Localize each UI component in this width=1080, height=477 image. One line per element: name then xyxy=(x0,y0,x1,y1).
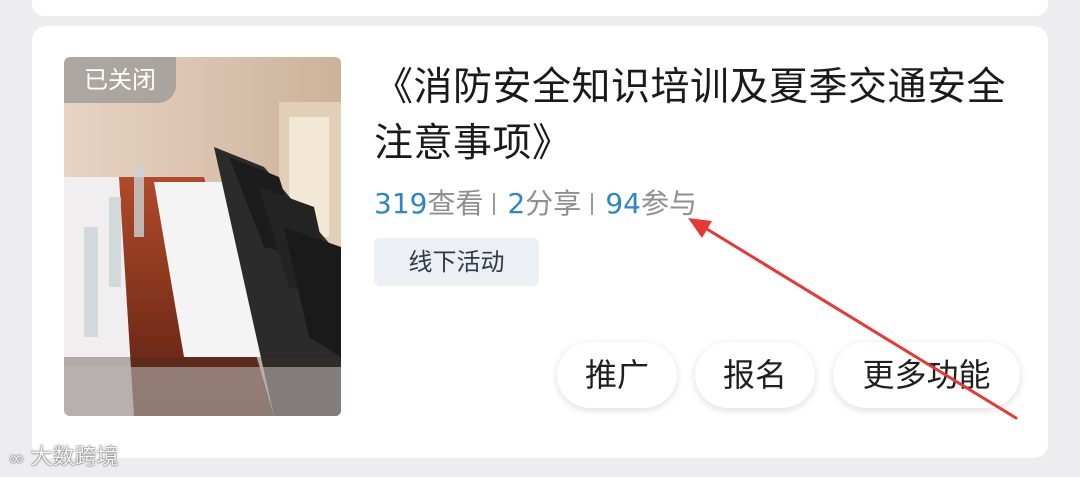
signup-button[interactable]: 报名 xyxy=(695,342,815,408)
activity-stats: 319查看 2分享 94参与 xyxy=(374,184,697,224)
shares-label: 分享 xyxy=(525,187,582,220)
watermark-text: 大数跨境 xyxy=(30,445,119,470)
watermark-logo-icon: ∞ xyxy=(8,446,25,470)
views-label: 查看 xyxy=(427,187,484,220)
participants-label: 参与 xyxy=(640,187,697,220)
more-functions-button[interactable]: 更多功能 xyxy=(833,342,1020,408)
previous-card-bottom xyxy=(32,0,1048,16)
watermark: ∞ 大数跨境 xyxy=(8,440,119,476)
shares-count: 2 xyxy=(507,187,526,220)
status-badge-closed: 已关闭 xyxy=(64,57,176,103)
stat-divider xyxy=(591,193,594,215)
activity-title[interactable]: 《消防安全知识培训及夏季交通安全注意事项》 xyxy=(374,60,1014,172)
promote-button[interactable]: 推广 xyxy=(557,342,677,408)
activity-thumbnail[interactable]: 已关闭 xyxy=(64,57,341,416)
views-count: 319 xyxy=(374,187,428,220)
conference-room-image xyxy=(64,57,341,416)
participants-count: 94 xyxy=(605,187,641,220)
activity-type-tag: 线下活动 xyxy=(374,238,539,286)
stat-divider xyxy=(493,193,496,215)
